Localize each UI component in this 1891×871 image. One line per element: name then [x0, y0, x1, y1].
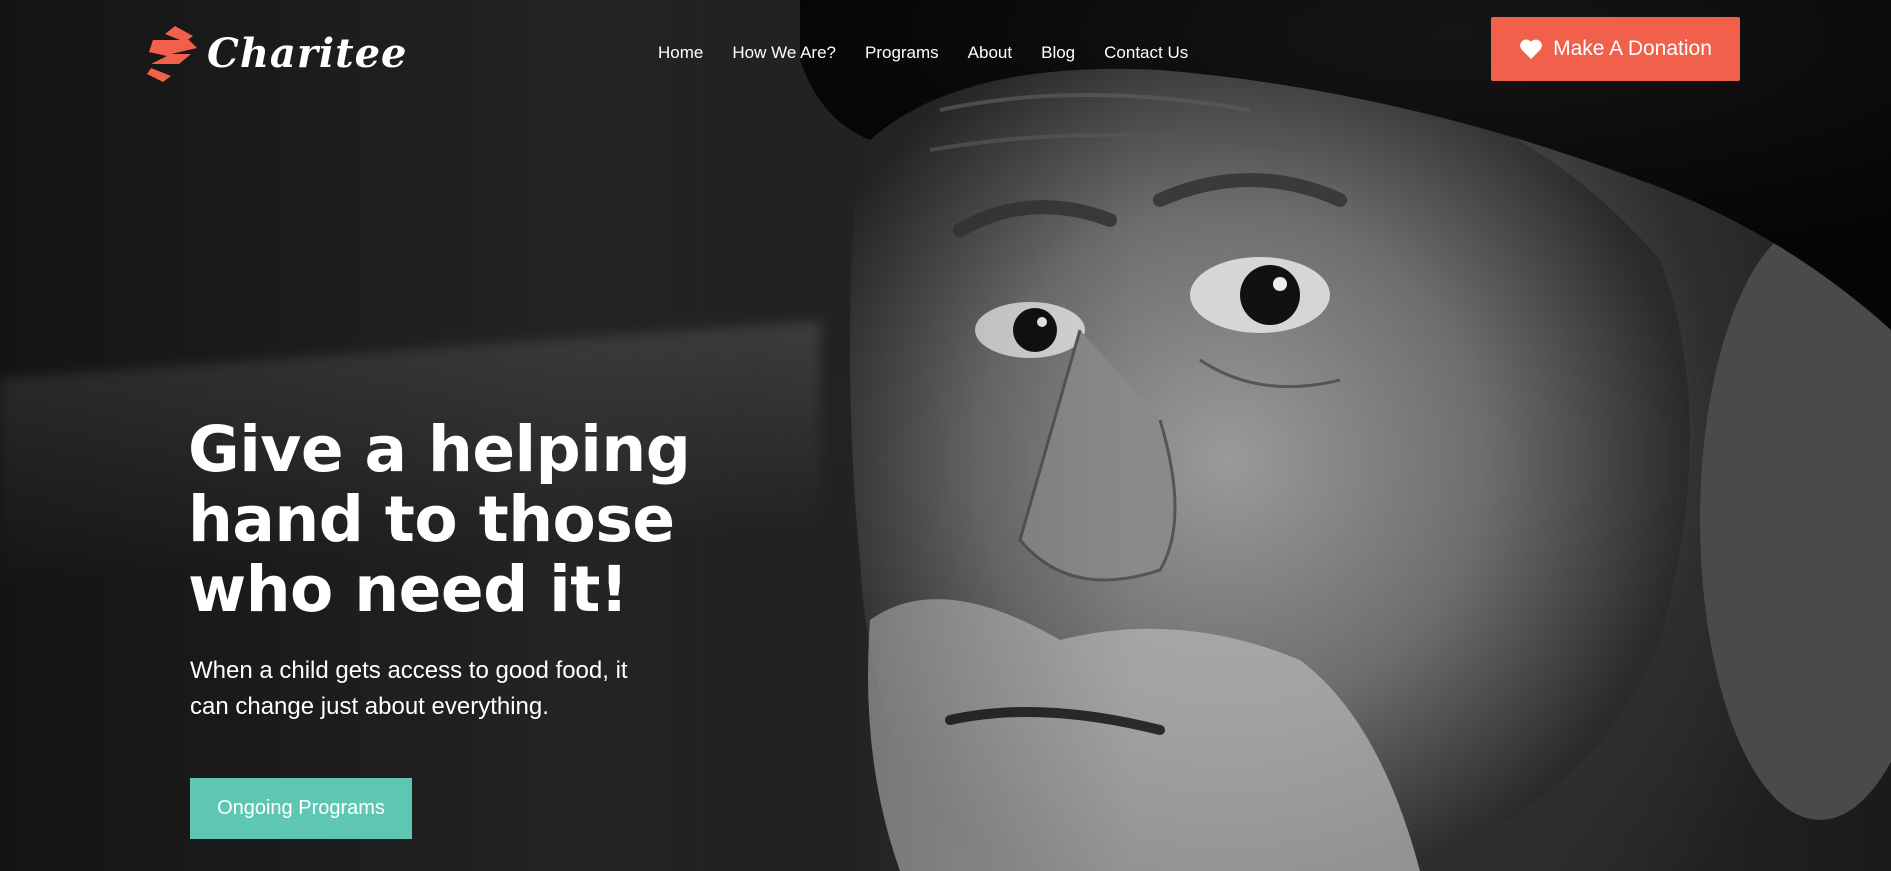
charitee-logo-icon	[147, 26, 197, 82]
nav-item-contact-us[interactable]: Contact Us	[1104, 43, 1188, 63]
make-donation-button[interactable]: Make A Donation	[1491, 17, 1740, 81]
main-nav: Home How We Are? Programs About Blog Con…	[658, 43, 1188, 63]
brand-logo[interactable]: Charitee	[145, 24, 407, 82]
hero-section: Charitee Home How We Are? Programs About…	[0, 0, 1891, 871]
hero-title: Give a helping hand to those who need it…	[188, 413, 691, 626]
nav-item-how-we-are[interactable]: How We Are?	[732, 43, 836, 63]
nav-item-programs[interactable]: Programs	[865, 43, 939, 63]
nav-item-home[interactable]: Home	[658, 43, 703, 63]
site-header: Charitee Home How We Are? Programs About…	[0, 0, 1891, 110]
hero-subtitle: When a child gets access to good food, i…	[190, 657, 628, 720]
heart-icon	[1520, 39, 1542, 59]
make-donation-label: Make A Donation	[1553, 37, 1712, 60]
nav-item-about[interactable]: About	[968, 43, 1012, 63]
brand-name: Charitee	[207, 29, 408, 77]
ongoing-programs-button[interactable]: Ongoing Programs	[190, 778, 412, 839]
nav-item-blog[interactable]: Blog	[1041, 43, 1075, 63]
